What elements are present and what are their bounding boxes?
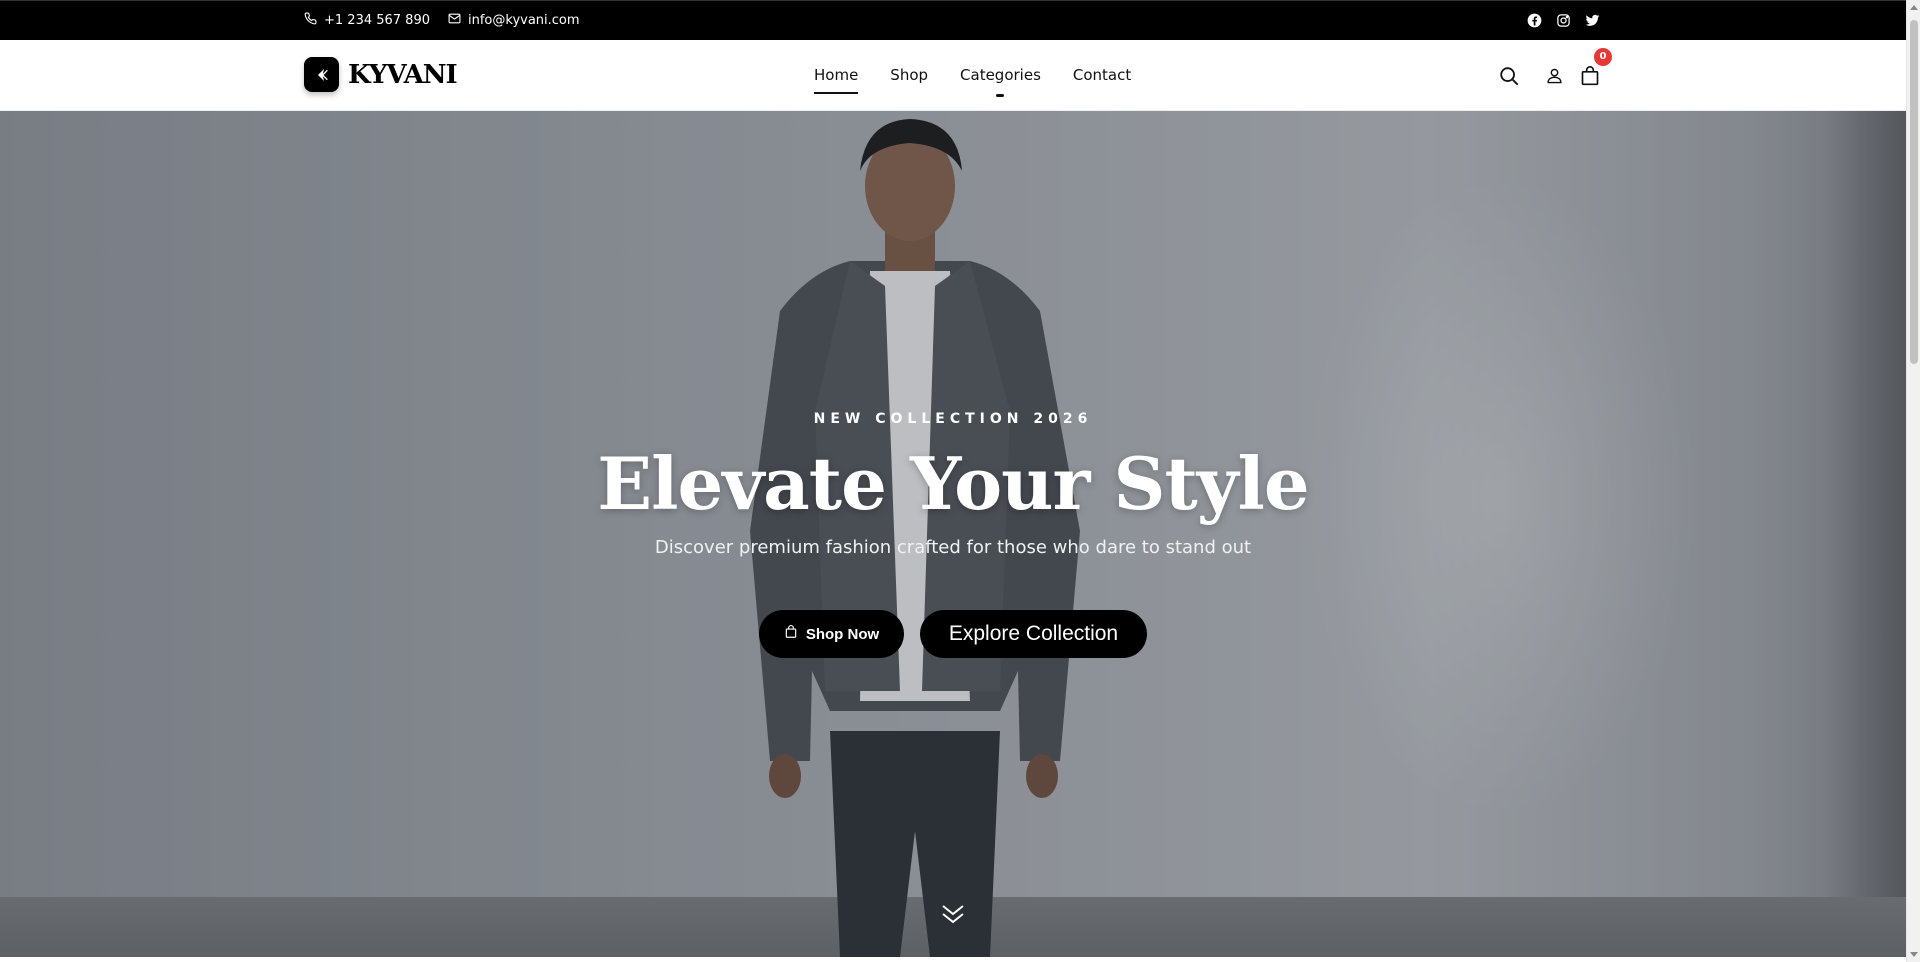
top-bar: +1 234 567 890 info@kyvani.com bbox=[0, 0, 1906, 40]
header-actions: 0 bbox=[1498, 40, 1612, 111]
logo-mark-icon bbox=[304, 57, 339, 92]
logo-text: KYVANI bbox=[348, 59, 458, 90]
facebook-icon[interactable] bbox=[1527, 13, 1542, 28]
email-contact[interactable]: info@kyvani.com bbox=[448, 12, 580, 29]
explore-collection-button[interactable]: Explore Collection bbox=[920, 610, 1147, 658]
phone-icon bbox=[304, 12, 317, 29]
phone-contact[interactable]: +1 234 567 890 bbox=[304, 12, 430, 29]
chevrons-down-icon[interactable] bbox=[940, 903, 966, 925]
email-address: info@kyvani.com bbox=[468, 13, 580, 28]
scroll-thumb[interactable] bbox=[1910, 20, 1918, 364]
user-icon[interactable] bbox=[1546, 67, 1563, 84]
hero-buttons: Shop Now Explore Collection bbox=[0, 610, 1906, 658]
nav-home[interactable]: Home bbox=[814, 66, 859, 94]
hero-content: NEW COLLECTION 2026 Elevate Your Style D… bbox=[0, 111, 1906, 957]
cart-count-badge: 0 bbox=[1594, 47, 1612, 66]
page-scrollbar[interactable] bbox=[1906, 0, 1920, 962]
main-header: KYVANI Home Shop Categories Contact 0 bbox=[0, 40, 1906, 111]
phone-number: +1 234 567 890 bbox=[324, 13, 430, 28]
shopping-bag-icon bbox=[784, 625, 798, 643]
hero-subtitle: Discover premium fashion crafted for tho… bbox=[654, 537, 1252, 558]
contact-info: +1 234 567 890 info@kyvani.com bbox=[304, 12, 580, 29]
hero-title: Elevate Your Style bbox=[597, 441, 1309, 526]
instagram-icon[interactable] bbox=[1556, 13, 1571, 28]
search-icon[interactable] bbox=[1498, 65, 1520, 87]
nav-shop[interactable]: Shop bbox=[890, 66, 928, 86]
mail-icon bbox=[448, 12, 461, 29]
nav-contact[interactable]: Contact bbox=[1073, 66, 1131, 86]
scroll-down-arrow-icon[interactable] bbox=[1910, 952, 1918, 957]
hero-eyebrow: NEW COLLECTION 2026 bbox=[813, 411, 1093, 427]
social-links bbox=[1527, 13, 1600, 28]
dropdown-indicator bbox=[996, 93, 1005, 97]
shop-now-label: Shop Now bbox=[805, 625, 880, 643]
scroll-up-arrow-icon[interactable] bbox=[1910, 5, 1918, 10]
hero-section: NEW COLLECTION 2026 Elevate Your Style D… bbox=[0, 111, 1906, 957]
twitter-icon[interactable] bbox=[1585, 13, 1600, 28]
main-nav: Home Shop Categories Contact bbox=[814, 40, 1131, 111]
logo[interactable]: KYVANI bbox=[304, 57, 458, 92]
nav-categories[interactable]: Categories bbox=[960, 65, 1041, 97]
nav-categories-label: Categories bbox=[960, 65, 1041, 84]
shop-now-button[interactable]: Shop Now bbox=[759, 610, 904, 658]
cart-icon[interactable]: 0 bbox=[1580, 47, 1612, 87]
